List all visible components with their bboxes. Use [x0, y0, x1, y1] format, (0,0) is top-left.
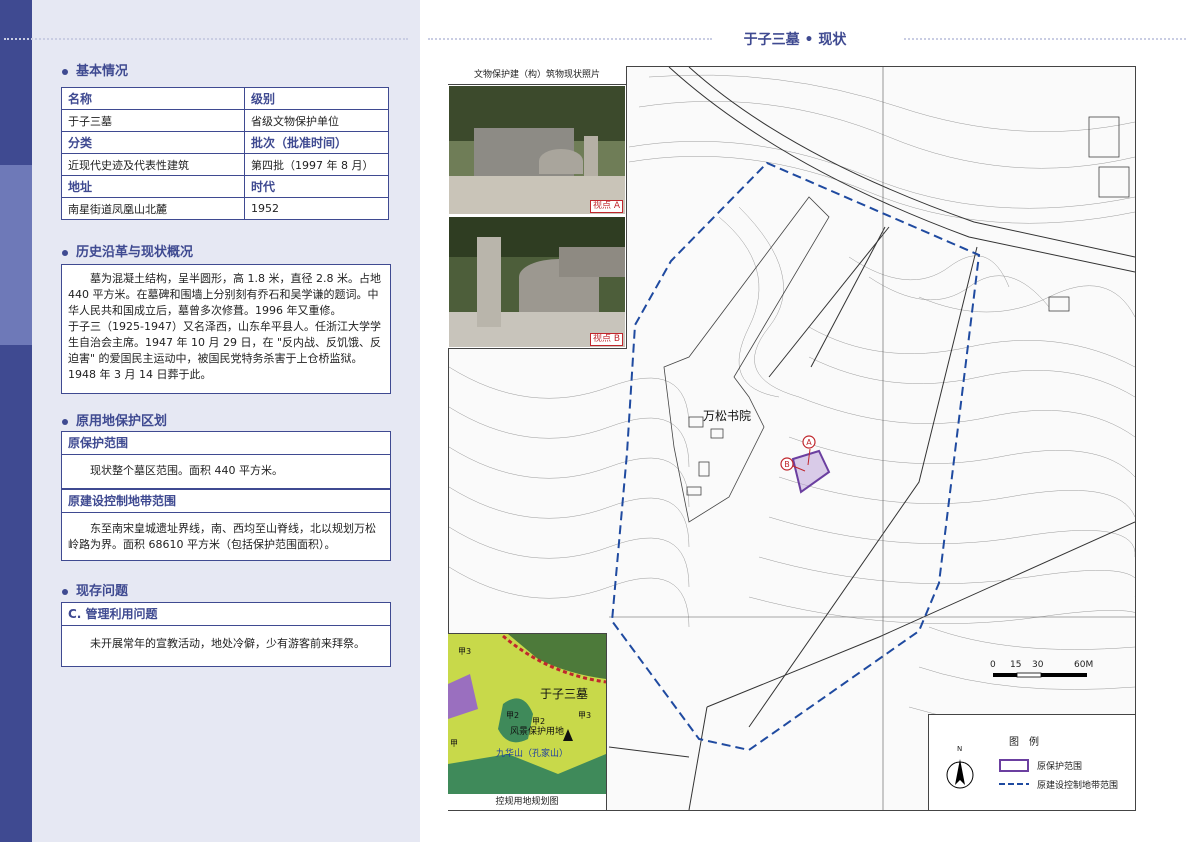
scale-label: 30	[1032, 660, 1044, 670]
strip-dark-bottom	[0, 345, 32, 842]
bullet-icon	[62, 588, 68, 595]
photo-viewpoint-a: 视点 A	[449, 86, 625, 214]
scale-label: 60M	[1074, 660, 1094, 670]
legend-control-label: 原建设控制地带范围	[1037, 781, 1119, 791]
strip-dark-top	[0, 0, 32, 165]
issues-text: 未开展常年的宣教活动，地处冷僻，少有游客前来拜祭。	[90, 637, 365, 650]
landuse-code: 甲2	[506, 711, 519, 720]
history-paragraph-1: 墓为混凝土结构，呈半圆形，高 1.8 米，直径 2.8 米。占地 440 平方米…	[68, 272, 381, 317]
landuse-code: 甲2	[532, 717, 545, 726]
original-protection-title: 原保护范围	[62, 432, 390, 455]
landuse-map: 甲3 甲2 甲2 甲3 甲 于子三墓 风景保护用地 九华山（孔家山）	[448, 634, 607, 794]
landuse-tomb-label: 于子三墓	[540, 687, 588, 701]
landuse-code: 甲3	[578, 711, 591, 720]
table-cell: 第四批（1997 年 8 月）	[244, 153, 389, 176]
table-cell: 1952	[244, 197, 389, 220]
viewpoint-marker-b-label: B	[784, 460, 790, 469]
section-head-protection: 原用地保护区划	[62, 410, 167, 429]
photo-a-image	[449, 86, 625, 214]
scale-ruler	[993, 672, 1087, 678]
dotted-rule-left	[4, 38, 408, 40]
landuse-scenic-label: 风景保护用地	[510, 725, 564, 737]
photo-b-image	[449, 217, 625, 347]
legend-protect-label: 原保护范围	[1037, 762, 1083, 772]
landuse-inset: 甲3 甲2 甲2 甲3 甲 于子三墓 风景保护用地 九华山（孔家山） 控规用地规…	[448, 633, 607, 810]
table-cell: 批次（批准时间）	[244, 131, 389, 154]
scale-label: 15	[1010, 660, 1022, 670]
landuse-mountain-label: 九华山（孔家山）	[496, 747, 568, 759]
bullet-icon	[62, 249, 68, 256]
issues-box: C. 管理利用问题 未开展常年的宣教活动，地处冷僻，少有游客前来拜祭。	[61, 602, 391, 667]
viewpoint-b-tag: 视点 B	[589, 333, 623, 346]
bullet-icon	[62, 68, 68, 75]
photo-panel: 文物保护建（构）筑物现状照片 视点 A 视点 B	[448, 66, 627, 349]
map-legend: 图 例 N 原保护范围 原建设控制地带范围	[928, 714, 1136, 811]
table-cell: 名称	[61, 87, 245, 110]
legend-control-swatch	[999, 783, 1029, 785]
dotted-rule-right-a	[428, 38, 712, 40]
page-title: 于子三墓 • 现状	[743, 32, 847, 48]
section-head-history: 历史沿革与现状概况	[62, 241, 193, 260]
place-label-wansong: 万松书院	[703, 409, 751, 423]
info-table: 名称 级别 于子三墓 省级文物保护单位 分类 批次（批准时间） 近现代史迹及代表…	[61, 87, 389, 220]
table-cell: 省级文物保护单位	[244, 109, 389, 132]
original-protection-box: 原保护范围 现状整个墓区范围。面积 440 平方米。	[61, 431, 391, 489]
history-paragraph-2: 于子三（1925-1947）又名泽西，山东牟平县人。任浙江大学学生自治会主席。1…	[68, 320, 382, 381]
table-cell: 于子三墓	[61, 109, 245, 132]
table-row: 于子三墓 省级文物保护单位	[61, 109, 389, 132]
bullet-icon	[62, 418, 68, 425]
table-cell: 级别	[244, 87, 389, 110]
table-row: 名称 级别	[61, 87, 389, 110]
landuse-code: 甲3	[458, 647, 471, 656]
viewpoint-a-tag: 视点 A	[589, 200, 623, 213]
section-head-issues: 现存问题	[62, 580, 128, 599]
control-zone-text: 东至南宋皇城遗址界线，南、西均至山脊线，北以规划万松岭路为界。面积 68610 …	[68, 522, 376, 551]
history-box: 墓为混凝土结构，呈半圆形，高 1.8 米，直径 2.8 米。占地 440 平方米…	[61, 264, 391, 394]
north-label: N	[957, 745, 963, 753]
table-cell: 近现代史迹及代表性建筑	[61, 153, 245, 176]
table-row: 地址 时代	[61, 175, 389, 198]
landuse-caption: 控规用地规划图	[495, 797, 559, 807]
issues-title: C. 管理利用问题	[62, 603, 390, 626]
table-cell: 分类	[61, 131, 245, 154]
original-protection-zone	[791, 449, 831, 494]
original-protection-text: 现状整个墓区范围。面积 440 平方米。	[90, 464, 283, 477]
table-cell: 南星街道凤凰山北麓	[61, 197, 245, 220]
building-outlines	[663, 116, 1130, 523]
table-row: 分类 批次（批准时间）	[61, 131, 389, 154]
north-arrow-icon	[946, 759, 974, 789]
scale-bar: 0 15 30 60M	[990, 660, 1094, 690]
legend-protect-swatch	[999, 759, 1029, 772]
control-zone-box: 原建设控制地带范围 东至南宋皇城遗址界线，南、西均至山脊线，北以规划万松岭路为界…	[61, 489, 391, 561]
scale-label: 0	[990, 660, 996, 670]
control-zone-title: 原建设控制地带范围	[62, 490, 390, 513]
landuse-code: 甲	[450, 739, 458, 748]
table-cell: 地址	[61, 175, 245, 198]
control-zone-boundary	[610, 161, 981, 752]
table-cell: 时代	[244, 175, 389, 198]
table-row: 南星街道凤凰山北麓 1952	[61, 197, 389, 220]
left-color-strip	[0, 0, 32, 842]
dotted-rule-right-b	[904, 38, 1186, 40]
viewpoint-marker-a-label: A	[806, 438, 812, 447]
legend-title: 图 例	[1009, 737, 1039, 748]
photo-viewpoint-b: 视点 B	[449, 217, 625, 347]
section-head-basic: 基本情况	[62, 60, 128, 79]
table-row: 近现代史迹及代表性建筑 第四批（1997 年 8 月）	[61, 153, 389, 176]
photo-panel-title: 文物保护建（构）筑物现状照片	[448, 66, 626, 85]
